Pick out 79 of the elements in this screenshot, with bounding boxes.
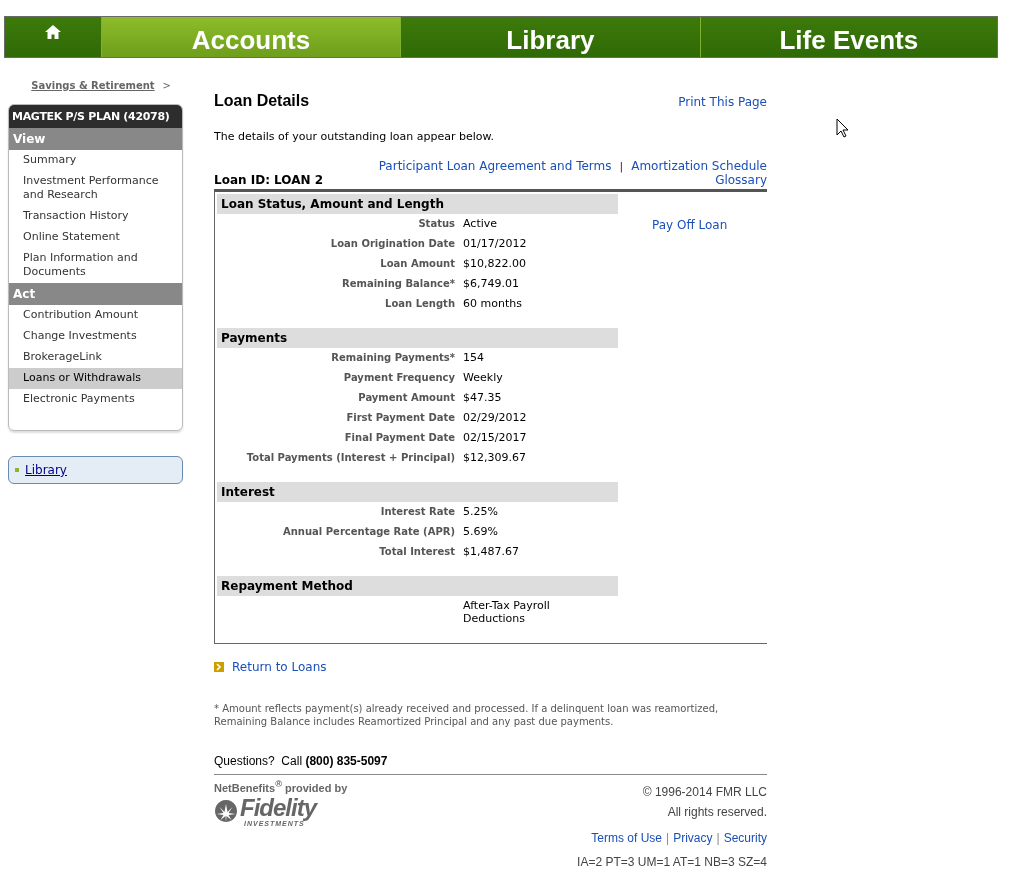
- field-label: Status: [417, 218, 455, 229]
- nav-tab[interactable]: Library: [400, 17, 700, 57]
- link-separator: |: [666, 831, 670, 845]
- home-icon: [43, 24, 62, 40]
- menu-group-heading: View: [9, 128, 182, 150]
- field-label: Final Payment Date: [343, 432, 455, 443]
- field-value: $10,822.00: [463, 257, 527, 270]
- bullet-icon: [15, 468, 19, 472]
- footer-link[interactable]: Privacy: [673, 831, 713, 845]
- document-link[interactable]: Participant Loan Agreement and Terms: [378, 159, 612, 173]
- logo-wordmark: Fidelity: [240, 795, 316, 820]
- field-value: 02/15/2017: [463, 431, 528, 444]
- document-link[interactable]: Amortization Schedule: [631, 159, 767, 173]
- footnote: * Amount reflects payment(s) already received and processed. If a delinquent loan was reamortized, Remaining Balance includes Reamortized Principal and any past due payments.: [214, 702, 720, 728]
- section-heading: Loan Status, Amount and Length: [217, 194, 618, 214]
- rights-text: All rights reserved.: [667, 805, 767, 819]
- field-label: Remaining Balance*: [341, 278, 455, 289]
- field-value: 01/17/2012: [463, 237, 528, 250]
- provided-by-text: NetBenefits$^{®}$ provided by: [214, 779, 348, 794]
- sidebar-item[interactable]: Transaction History: [9, 206, 182, 227]
- print-link[interactable]: Print This Page: [678, 95, 767, 109]
- field-value: 5.69%: [463, 525, 499, 538]
- intro-text: The details of your outstanding loan appear below.: [214, 130, 495, 143]
- sidebar-item[interactable]: BrokerageLink: [9, 347, 182, 368]
- field-value: After-Tax Payroll Deductions: [463, 599, 551, 625]
- questions-text: Questions? Call (800) 835-5097: [214, 754, 767, 775]
- field-value: 60 months: [463, 297, 523, 310]
- plan-title: MAGTEK P/S PLAN (42078): [9, 105, 182, 128]
- loan-id: Loan ID: LOAN 2: [214, 173, 324, 187]
- logo-icon: [214, 799, 238, 824]
- copyright-text: © 1996-2014 FMR LLC: [642, 785, 767, 799]
- field-value: 154: [463, 351, 485, 364]
- field-value: 02/29/2012: [463, 411, 528, 424]
- menu-group-heading: Act: [9, 283, 182, 305]
- field-value: 5.25%: [463, 505, 499, 518]
- field-label: Annual Percentage Rate (APR): [282, 526, 455, 537]
- sidebar-item[interactable]: Change Investments: [9, 326, 182, 347]
- section-heading: Interest: [217, 482, 618, 502]
- sidebar-item[interactable]: Contribution Amount: [9, 305, 182, 326]
- field-label: Total Payments (Interest + Principal): [245, 452, 455, 463]
- field-label: Loan Origination Date: [329, 238, 455, 249]
- sidebar-item[interactable]: Summary: [9, 150, 182, 171]
- home-tab[interactable]: [5, 17, 101, 57]
- pay-off-loan-link[interactable]: Pay Off Loan: [652, 218, 728, 232]
- field-value: $6,749.01: [463, 277, 520, 290]
- field-label: Payment Amount: [357, 392, 455, 403]
- field-value: $12,309.67: [463, 451, 527, 464]
- nav-tab[interactable]: Life Events: [699, 17, 997, 57]
- page-title: Loan Details: [214, 92, 310, 110]
- field-label: First Payment Date: [345, 412, 455, 423]
- field-label: Interest Rate: [379, 506, 455, 517]
- sidebar-item[interactable]: Loans or Withdrawals: [9, 368, 182, 389]
- status-codes: IA=2 PT=3 UM=1 AT=1 NB=3 SZ=4: [577, 855, 767, 869]
- sidebar-item[interactable]: Electronic Payments: [9, 389, 182, 410]
- cursor-icon: [836, 118, 849, 138]
- sidebar-item[interactable]: Investment Performance and Research: [9, 171, 182, 206]
- glossary-link[interactable]: Glossary: [715, 173, 767, 187]
- section-heading: Repayment Method: [217, 576, 618, 596]
- link-separator: |: [716, 831, 720, 845]
- footer-link[interactable]: Security: [723, 831, 767, 845]
- field-label: Total Interest: [378, 546, 455, 557]
- library-link[interactable]: Library: [25, 463, 67, 477]
- field-label: Loan Amount: [379, 258, 455, 269]
- field-value: $47.35: [463, 391, 503, 404]
- field-value: $1,487.67: [463, 545, 520, 558]
- field-label: Payment Frequency: [342, 372, 455, 383]
- sidebar-item[interactable]: Plan Information and Documents: [9, 248, 182, 283]
- section-heading: Payments: [217, 328, 618, 348]
- footer-link[interactable]: Terms of Use: [591, 831, 663, 845]
- breadcrumb-link[interactable]: Savings & Retirement: [31, 80, 155, 104]
- breadcrumb-separator: >: [162, 80, 171, 93]
- field-value: Active: [463, 217, 499, 230]
- field-label: Loan Length: [384, 298, 455, 309]
- link-separator: |: [619, 159, 624, 173]
- arrow-icon: [214, 662, 224, 672]
- field-label: Remaining Payments*: [330, 352, 455, 363]
- sidebar-item[interactable]: Online Statement: [9, 227, 182, 248]
- return-link[interactable]: Return to Loans: [232, 660, 327, 674]
- field-value: Weekly: [463, 371, 504, 384]
